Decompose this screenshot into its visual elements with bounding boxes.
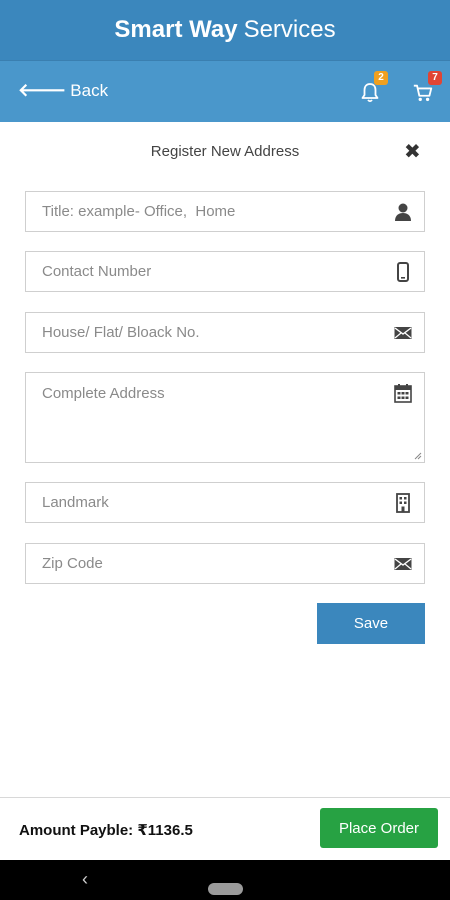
landmark-field (25, 482, 425, 523)
notifications-badge: 2 (374, 71, 388, 85)
save-button[interactable]: Save (317, 603, 425, 644)
back-label: Back (70, 80, 109, 100)
app-title: Smart Way Services (114, 16, 335, 44)
place-order-button[interactable]: Place Order (320, 808, 438, 848)
cart-icon (413, 84, 433, 102)
house-input[interactable] (26, 313, 424, 352)
calendar-icon (394, 384, 412, 403)
title-field (25, 191, 425, 232)
cart-badge: 7 (428, 71, 442, 85)
envelope-icon (394, 327, 412, 339)
system-nav-bar: ‹ (0, 860, 450, 900)
app-header: Smart Way Services (0, 0, 450, 60)
app-title-bold: Smart Way (114, 16, 238, 43)
amount-payable: Amount Payble: ₹1136.5 (19, 822, 193, 839)
zip-field (25, 543, 425, 584)
notifications-button[interactable]: 2 (356, 71, 388, 108)
form-title: Register New Address (150, 143, 300, 160)
user-icon (395, 203, 411, 221)
arrow-left-icon: 🡐 (18, 80, 67, 100)
system-home-pill[interactable] (208, 883, 243, 895)
mobile-icon (397, 262, 409, 282)
nav-bar: 🡐 Back 2 7 (0, 60, 450, 122)
back-button[interactable]: 🡐 Back (18, 80, 108, 101)
envelope-icon (394, 558, 412, 570)
house-field (25, 312, 425, 353)
zip-code-input[interactable] (26, 544, 424, 583)
cart-button[interactable]: 7 (410, 71, 442, 108)
complete-address-input[interactable] (26, 373, 424, 462)
app-title-light: Services (243, 16, 336, 43)
resize-handle-icon[interactable] (414, 452, 422, 460)
contact-number-input[interactable] (26, 252, 424, 291)
close-icon[interactable]: ✖ (404, 139, 421, 164)
landmark-input[interactable] (26, 483, 424, 522)
contact-field (25, 251, 425, 292)
address-field (25, 372, 425, 463)
order-footer: Amount Payble: ₹1136.5 Place Order (0, 797, 450, 860)
building-icon (396, 493, 410, 513)
system-back-icon[interactable]: ‹ (82, 869, 88, 890)
title-input[interactable] (26, 192, 424, 231)
